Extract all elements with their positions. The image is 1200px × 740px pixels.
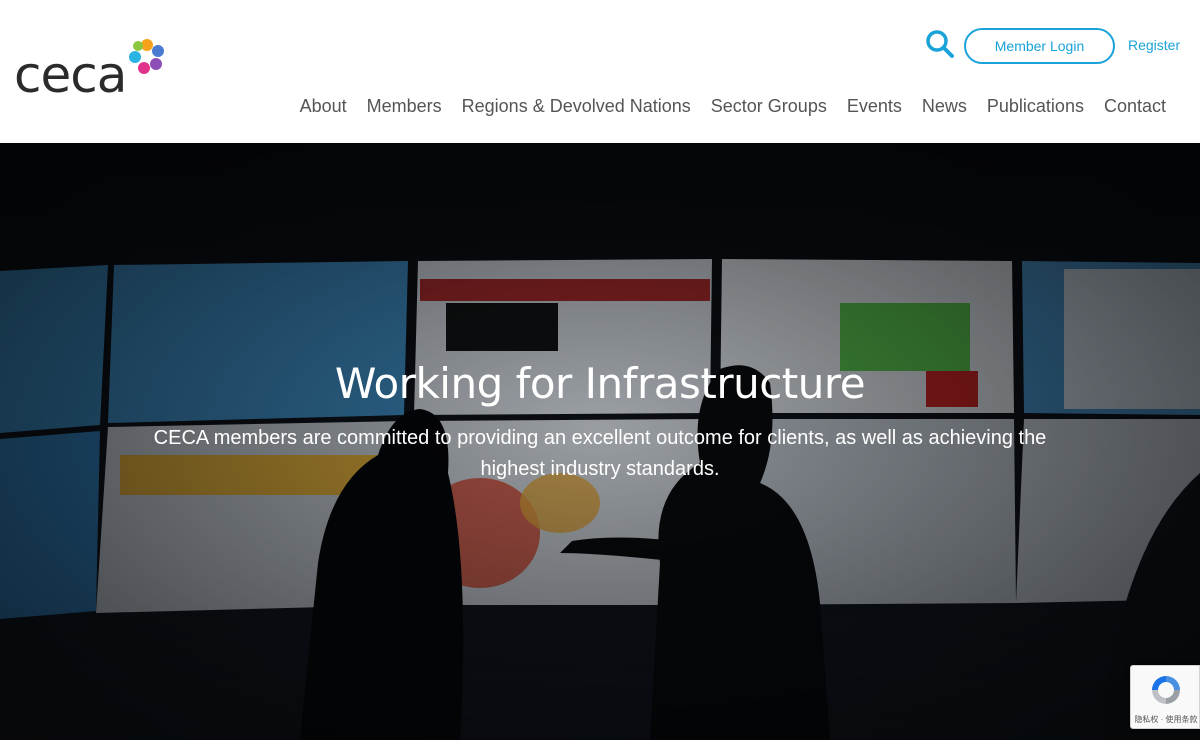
register-link[interactable]: Register xyxy=(1128,37,1180,53)
hero-subtitle: CECA members are committed to providing … xyxy=(153,427,1047,480)
nav-item-members[interactable]: Members xyxy=(367,96,442,117)
nav-item-events[interactable]: Events xyxy=(847,96,902,117)
search-icon xyxy=(926,30,954,58)
nav-item-news[interactable]: News xyxy=(922,96,967,117)
nav-item-contact[interactable]: Contact xyxy=(1104,96,1166,117)
member-login-button[interactable]: Member Login xyxy=(964,28,1115,64)
recaptcha-icon xyxy=(1152,676,1180,704)
nav-item-sector-groups[interactable]: Sector Groups xyxy=(711,96,827,117)
search-button[interactable] xyxy=(924,28,956,60)
hero-title: Working for Infrastructure xyxy=(334,359,866,408)
ceca-logo[interactable]: ceca xyxy=(14,36,169,116)
nav-item-regions[interactable]: Regions & Devolved Nations xyxy=(462,96,691,117)
logo-flower-icon xyxy=(129,39,164,74)
hero-banner: Working for Infrastructure CECA members … xyxy=(0,143,1200,740)
recaptcha-badge[interactable]: 隐私权 · 使用条款 xyxy=(1130,665,1200,729)
nav-item-publications[interactable]: Publications xyxy=(987,96,1084,117)
nav-item-about[interactable]: About xyxy=(300,96,347,117)
site-header: ceca Member Login Register About Members… xyxy=(0,0,1200,143)
logo-wordmark: ceca xyxy=(14,46,127,104)
recaptcha-footer-links[interactable]: 隐私权 · 使用条款 xyxy=(1133,714,1199,725)
main-nav: About Members Regions & Devolved Nations… xyxy=(300,96,1166,117)
